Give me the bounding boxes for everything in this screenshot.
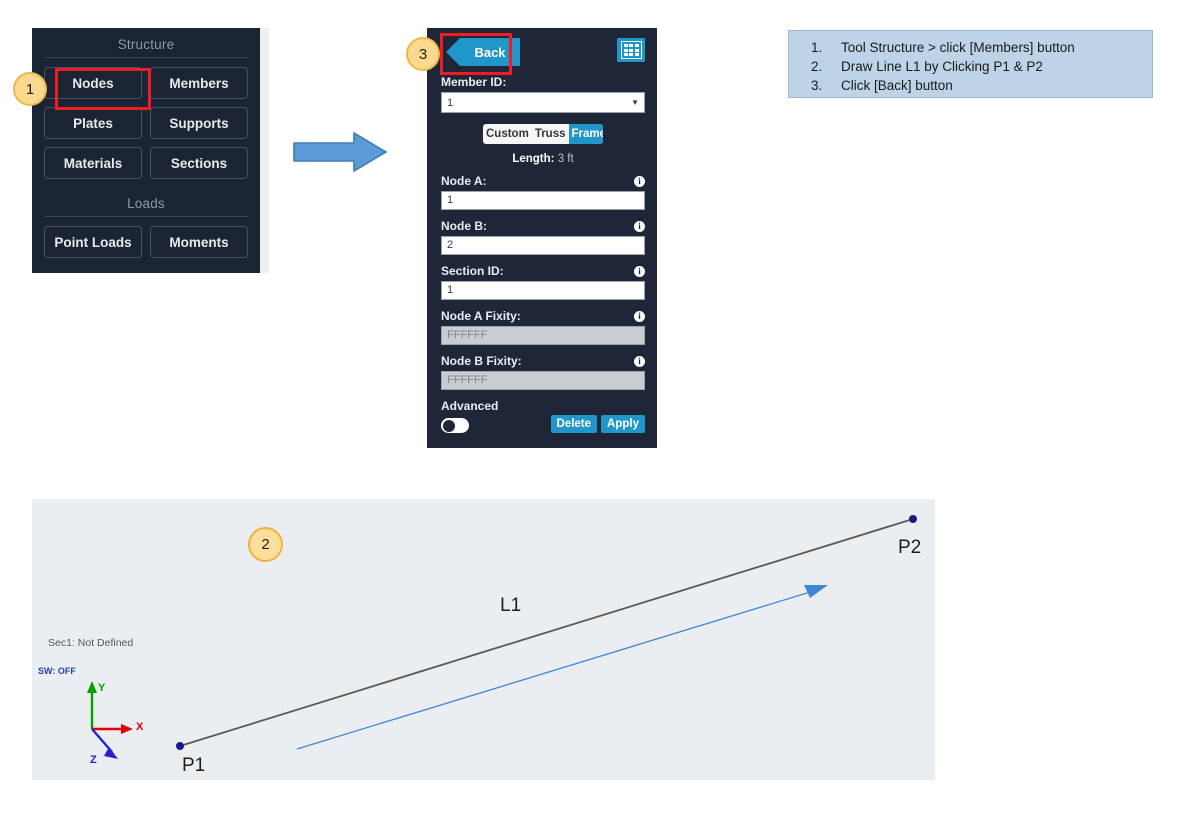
length-value: 3 ft bbox=[557, 153, 574, 165]
viewport-graphics bbox=[87, 515, 917, 759]
chevron-down-icon: ▼ bbox=[631, 98, 639, 107]
node-b-fixity-label: Node B Fixity: i bbox=[441, 354, 645, 368]
section-status-label: Sec1: Not Defined bbox=[48, 637, 134, 649]
advanced-row: Advanced Delete Apply bbox=[441, 399, 645, 433]
axis-gizmo bbox=[87, 681, 133, 759]
tool-button-point-loads[interactable]: Point Loads bbox=[44, 226, 142, 258]
node-a-fixity-input[interactable]: FFFFFF bbox=[441, 326, 645, 345]
tool-row: Plates Supports bbox=[32, 107, 260, 147]
advanced-toggle[interactable] bbox=[441, 418, 469, 433]
tool-row: Point Loads Moments bbox=[32, 226, 260, 266]
advanced-label: Advanced bbox=[441, 399, 499, 413]
group-divider bbox=[44, 57, 248, 58]
node-b-fixity-label-text: Node B Fixity: bbox=[441, 354, 522, 368]
highlight-box-back bbox=[440, 33, 512, 75]
axis-label-z: Z bbox=[90, 754, 97, 766]
node-b-input[interactable]: 2 bbox=[441, 236, 645, 255]
tool-row: Materials Sections bbox=[32, 147, 260, 187]
info-icon[interactable]: i bbox=[634, 220, 645, 232]
group-title-structure: Structure bbox=[117, 37, 175, 52]
info-icon[interactable]: i bbox=[634, 355, 645, 367]
group-title-loads: Loads bbox=[127, 196, 165, 211]
instruction-text: Draw Line L1 by Clicking P1 & P2 bbox=[841, 59, 1043, 74]
node-label-p2: P2 bbox=[898, 537, 922, 558]
info-icon[interactable]: i bbox=[634, 310, 645, 322]
member-id-label-text: Member ID: bbox=[441, 75, 507, 89]
info-icon[interactable]: i bbox=[634, 175, 645, 187]
section-id-label: Section ID: i bbox=[441, 264, 645, 278]
member-id-label: Member ID: bbox=[441, 75, 645, 89]
instruction-number: 3. bbox=[811, 78, 823, 93]
member-id-select[interactable]: 1 ▼ bbox=[441, 92, 645, 113]
segment-custom[interactable]: Custom bbox=[483, 124, 532, 144]
step-badge-3: 3 bbox=[406, 37, 440, 71]
member-label-l1: L1 bbox=[500, 595, 522, 616]
highlight-box-nodes bbox=[55, 68, 151, 110]
instruction-number: 1. bbox=[811, 40, 823, 55]
delete-button[interactable]: Delete bbox=[550, 415, 598, 433]
info-icon[interactable]: i bbox=[634, 265, 645, 277]
tool-button-plates[interactable]: Plates bbox=[44, 107, 142, 139]
tool-group-loads: Loads Point Loads Moments bbox=[32, 187, 260, 266]
node-dot-p2 bbox=[909, 515, 917, 523]
tool-button-moments[interactable]: Moments bbox=[150, 226, 248, 258]
instruction-item: 2. Draw Line L1 by Clicking P1 & P2 bbox=[799, 57, 1142, 76]
node-a-label: Node A: i bbox=[441, 174, 645, 188]
node-b-fixity-input[interactable]: FFFFFF bbox=[441, 371, 645, 390]
tool-panel-scrollbar[interactable] bbox=[260, 28, 269, 273]
node-a-label-text: Node A: bbox=[441, 174, 487, 188]
section-id-input[interactable]: 1 bbox=[441, 281, 645, 300]
member-type-segmented-control: Custom Truss Frame bbox=[483, 124, 603, 144]
direction-arrow-head bbox=[804, 585, 828, 598]
group-divider bbox=[44, 216, 248, 217]
step-badge-1: 1 bbox=[13, 72, 47, 106]
member-properties-panel: Back Member ID: 1 ▼ Custom Truss Frame L… bbox=[427, 28, 657, 448]
member-id-value: 1 bbox=[447, 96, 454, 109]
node-a-fixity-label: Node A Fixity: i bbox=[441, 309, 645, 323]
tool-button-materials[interactable]: Materials bbox=[44, 147, 142, 179]
member-length-row: Length: 3 ft bbox=[441, 153, 645, 165]
instruction-text: Tool Structure > click [Members] button bbox=[841, 40, 1075, 55]
length-label: Length: bbox=[512, 153, 555, 165]
node-b-label-text: Node B: bbox=[441, 219, 487, 233]
node-label-p1: P1 bbox=[182, 755, 206, 776]
node-b-label: Node B: i bbox=[441, 219, 645, 233]
direction-arrow-line bbox=[296, 588, 821, 750]
instruction-number: 2. bbox=[811, 59, 823, 74]
model-viewport[interactable]: Y X Z bbox=[32, 499, 935, 780]
step-badge-2: 2 bbox=[248, 527, 283, 562]
instructions-box: 1. Tool Structure > click [Members] butt… bbox=[788, 30, 1153, 98]
member-line-l1 bbox=[179, 518, 914, 747]
section-id-label-text: Section ID: bbox=[441, 264, 504, 278]
node-a-fixity-label-text: Node A Fixity: bbox=[441, 309, 521, 323]
flow-arrow-icon bbox=[293, 131, 388, 173]
segment-truss[interactable]: Truss bbox=[532, 124, 569, 144]
table-grid-icon[interactable] bbox=[617, 38, 645, 62]
tool-button-sections[interactable]: Sections bbox=[150, 147, 248, 179]
self-weight-status-label: SW: OFF bbox=[38, 666, 76, 676]
node-dot-p1 bbox=[176, 742, 184, 750]
structure-tool-panel: Structure Nodes Members Plates Supports … bbox=[32, 28, 260, 273]
axis-label-x: X bbox=[136, 721, 144, 733]
instruction-text: Click [Back] button bbox=[841, 78, 953, 93]
tool-button-supports[interactable]: Supports bbox=[150, 107, 248, 139]
instruction-item: 3. Click [Back] button bbox=[799, 76, 1142, 95]
instruction-item: 1. Tool Structure > click [Members] butt… bbox=[799, 38, 1142, 57]
node-a-input[interactable]: 1 bbox=[441, 191, 645, 210]
grid-glyph bbox=[620, 41, 642, 59]
tool-button-members[interactable]: Members bbox=[150, 67, 248, 99]
apply-button[interactable]: Apply bbox=[601, 415, 645, 433]
axis-label-y: Y bbox=[98, 682, 106, 694]
segment-frame[interactable]: Frame bbox=[568, 124, 603, 144]
